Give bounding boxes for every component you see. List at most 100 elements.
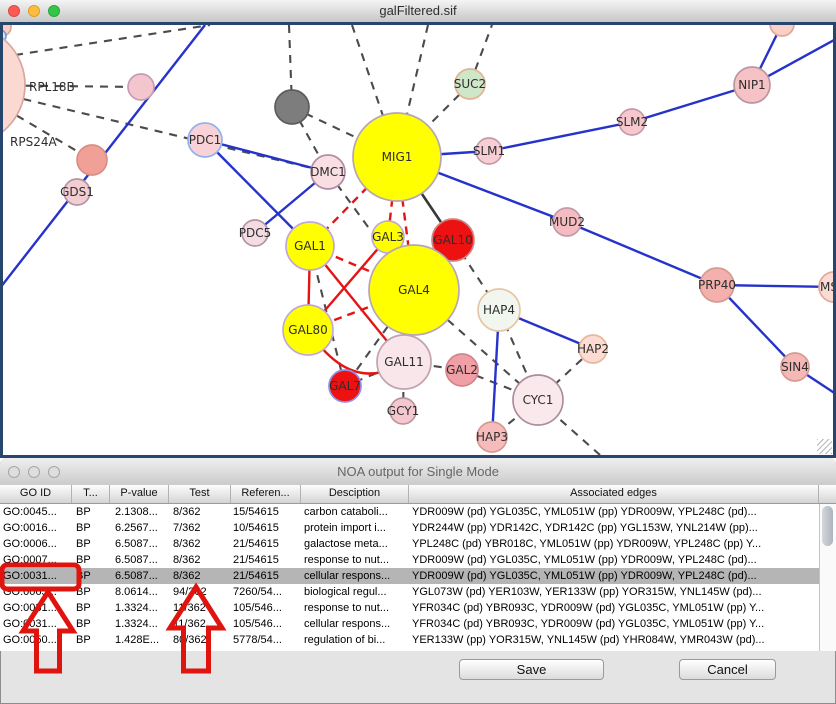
cell: GO:0031... <box>0 600 72 616</box>
cell: YPL248C (pd) YBR018C, YML051W (pp) YDR00… <box>409 536 819 552</box>
table-row[interactable]: GO:0016...BP6.2567...7/36210/54615protei… <box>0 520 836 536</box>
node-gray-node[interactable] <box>275 90 309 124</box>
cell: GO:0016... <box>0 520 72 536</box>
network-graph[interactable]: RPL18BRPS24AGDS1PDC1DMC1MIG1SUC2SLM1SLM2… <box>3 25 833 455</box>
cancel-button[interactable]: Cancel <box>679 659 776 680</box>
cell: 1.428E... <box>110 632 169 648</box>
cell: 105/546... <box>231 600 301 616</box>
cell: 21/54615 <box>231 536 301 552</box>
cell: carbon cataboli... <box>301 504 409 520</box>
node-big-left[interactable] <box>3 25 25 145</box>
cell: GO:0065... <box>0 584 72 600</box>
cell: GO:0045... <box>0 504 72 520</box>
column-header-desciption[interactable]: Desciption <box>301 485 409 503</box>
cell: 8/362 <box>169 536 231 552</box>
node-label-PDC1: PDC1 <box>189 133 222 147</box>
noa-window-titlebar[interactable]: NOA output for Single Mode <box>0 458 836 486</box>
cell: galactose meta... <box>301 536 409 552</box>
node-label-NIP1: NIP1 <box>738 78 765 92</box>
edge-pt-pt[interactable] <box>15 25 210 55</box>
cell: 2.1308... <box>110 504 169 520</box>
cell: 21/54615 <box>231 552 301 568</box>
table-row[interactable]: GO:0031...BP1.3324...11/362105/546...cel… <box>0 616 836 632</box>
node-RPL18B[interactable] <box>128 74 154 100</box>
node-label-GAL2: GAL2 <box>446 363 478 377</box>
node-top-right[interactable] <box>770 25 794 36</box>
table-row[interactable]: GO:0050...BP1.428E...80/3625778/54...reg… <box>0 632 836 648</box>
column-header-test[interactable]: Test <box>169 485 231 503</box>
table-row[interactable]: GO:0007...BP6.5087...8/36221/54615respon… <box>0 552 836 568</box>
cell: 80/362 <box>169 632 231 648</box>
resize-grip[interactable] <box>817 439 832 454</box>
cell: YFR034C (pd) YBR093C, YDR009W (pd) YGL03… <box>409 616 819 632</box>
table-scrollbar[interactable] <box>819 504 836 651</box>
node-label-DMC1: DMC1 <box>310 165 346 179</box>
cell: 11/362 <box>169 600 231 616</box>
node-label-HAP4: HAP4 <box>483 303 515 317</box>
network-canvas[interactable]: RPL18BRPS24AGDS1PDC1DMC1MIG1SUC2SLM1SLM2… <box>0 22 836 458</box>
node-label-GAL3: GAL3 <box>372 230 404 244</box>
cell: YGL073W (pd) YER103W, YER133W (pp) YOR31… <box>409 584 819 600</box>
node-label-GAL4: GAL4 <box>398 283 430 297</box>
column-header-associated-edges[interactable]: Associated edges <box>409 485 819 503</box>
cell: BP <box>72 568 110 584</box>
network-window-titlebar[interactable]: galFiltered.sif <box>0 0 836 23</box>
cell: GO:0050... <box>0 632 72 648</box>
cell: BP <box>72 536 110 552</box>
cell: YDR244W (pp) YDR142C, YDR142C (pp) YGL15… <box>409 520 819 536</box>
scrollbar-thumb[interactable] <box>822 506 833 546</box>
cell: regulation of bi... <box>301 632 409 648</box>
column-header-spacer <box>819 485 836 503</box>
cell: BP <box>72 632 110 648</box>
column-header-go-id[interactable]: GO ID <box>0 485 72 503</box>
node-label-SIN4: SIN4 <box>781 360 809 374</box>
node-label-MUD2: MUD2 <box>549 215 585 229</box>
node-label-HAP3: HAP3 <box>476 430 508 444</box>
results-table: GO:0045...BP2.1308...8/36215/54615carbon… <box>0 504 836 651</box>
cell: 94/362 <box>169 584 231 600</box>
node-RPS24A[interactable] <box>77 145 107 175</box>
cell: response to nut... <box>301 552 409 568</box>
save-button[interactable]: Save <box>459 659 604 680</box>
cell: BP <box>72 504 110 520</box>
cell: protein import i... <box>301 520 409 536</box>
table-row[interactable]: GO:0065...BP8.0614...94/3627260/54...bio… <box>0 584 836 600</box>
node-label-MIG1: MIG1 <box>382 150 413 164</box>
table-header: GO IDT...P-valueTestReferen...Desciption… <box>0 485 836 504</box>
cell: 6.5087... <box>110 568 169 584</box>
edge-MUD2-PRP40[interactable] <box>567 222 717 285</box>
node-label-GDS1: GDS1 <box>60 185 94 199</box>
node-label-CYC1: CYC1 <box>523 393 554 407</box>
table-row[interactable]: GO:0006...BP6.5087...8/36221/54615galact… <box>0 536 836 552</box>
node-label-RPL18B: RPL18B <box>29 80 75 94</box>
cell: response to nut... <box>301 600 409 616</box>
cell: cellular respons... <box>301 616 409 632</box>
cell: 10/54615 <box>231 520 301 536</box>
cell: 21/54615 <box>231 568 301 584</box>
node-label-GAL10: GAL10 <box>433 233 472 247</box>
cell: 1.3324... <box>110 600 169 616</box>
table-row-selected[interactable]: GO:0031...BP6.5087...8/36221/54615cellul… <box>0 568 836 584</box>
column-header-p-value[interactable]: P-value <box>110 485 169 503</box>
cell: 5778/54... <box>231 632 301 648</box>
cell: 6.2567... <box>110 520 169 536</box>
cell: YFR034C (pd) YBR093C, YDR009W (pd) YGL03… <box>409 600 819 616</box>
cell: 11/362 <box>169 616 231 632</box>
column-header-referen[interactable]: Referen... <box>231 485 301 503</box>
node-label-PDC5: PDC5 <box>239 226 272 240</box>
node-label-GAL11: GAL11 <box>384 355 423 369</box>
cell: GO:0006... <box>0 536 72 552</box>
table-row[interactable]: GO:0045...BP2.1308...8/36215/54615carbon… <box>0 504 836 520</box>
cell: 7/362 <box>169 520 231 536</box>
cell: BP <box>72 600 110 616</box>
edge-SLM1-SLM2[interactable] <box>489 122 632 151</box>
cell: BP <box>72 520 110 536</box>
table-row[interactable]: GO:0031...BP1.3324...11/362105/546...res… <box>0 600 836 616</box>
cell: BP <box>72 584 110 600</box>
node-label-SLM2: SLM2 <box>616 115 648 129</box>
column-header-t[interactable]: T... <box>72 485 110 503</box>
cell: 105/546... <box>231 616 301 632</box>
cell: GO:0007... <box>0 552 72 568</box>
network-window: galFiltered.sif RPL18BRPS24AGDS1PDC1DMC1… <box>0 0 836 458</box>
node-label-PRP40: PRP40 <box>698 278 736 292</box>
